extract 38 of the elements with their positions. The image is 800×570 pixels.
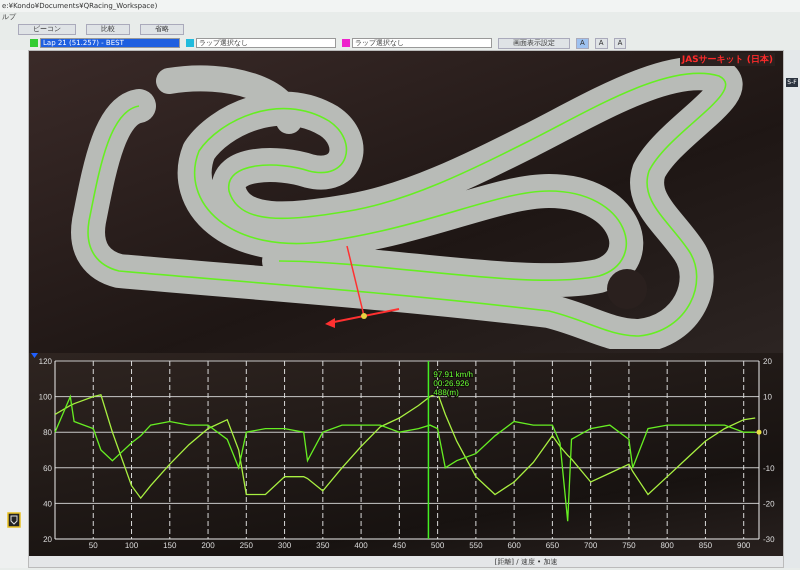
- axis-tick-label: 40: [43, 499, 52, 508]
- axis-tick-label: 60: [43, 464, 52, 473]
- axis-tick-label: 250: [240, 541, 253, 550]
- endpoint-marker-icon: [756, 430, 762, 435]
- axis-tick-label: 500: [430, 541, 444, 550]
- axis-tick-label: 100: [124, 541, 138, 550]
- axis-tick-label: 10: [763, 392, 772, 402]
- axis-tick-label: 900: [737, 541, 750, 550]
- axis-tick-label: -30: [763, 535, 775, 544]
- cursor-readout: 488(m): [433, 388, 459, 397]
- axis-tick-label: 800: [660, 541, 674, 550]
- axis-tick-label: 0: [763, 428, 768, 438]
- axis-tick-label: 400: [354, 541, 368, 550]
- axis-tick-label: 600: [507, 541, 521, 550]
- axis-tick-label: 120: [38, 357, 52, 366]
- axis-tick-label: 850: [698, 541, 712, 550]
- shield-icon[interactable]: [7, 512, 21, 528]
- cursor-line[interactable]: [428, 361, 430, 539]
- axis-tick-label: 100: [38, 392, 52, 402]
- cursor-readout: 97.91 km/h: [433, 370, 473, 379]
- axis-tick-label: 150: [163, 541, 176, 550]
- position-marker-icon: [325, 246, 400, 328]
- axis-tick-label: 200: [201, 541, 215, 550]
- axis-tick-label: 650: [546, 541, 560, 550]
- axis-tick-label: -10: [763, 464, 775, 473]
- axis-tick-label: 550: [469, 541, 483, 550]
- circuit-name: JASサーキット (日本): [680, 53, 775, 66]
- axis-tick-label: -20: [763, 499, 775, 508]
- cursor-readout: 00:26.926: [433, 379, 470, 388]
- axis-tick-label: 350: [316, 541, 330, 550]
- axis-tick-label: 750: [622, 541, 636, 550]
- axis-tick-label: 20: [763, 357, 772, 366]
- axis-tick-label: 700: [584, 541, 598, 550]
- axis-tick-label: 300: [278, 541, 292, 550]
- axis-tick-label: 450: [392, 541, 406, 550]
- axis-tick-label: 80: [43, 428, 52, 438]
- axis-tick-label: 20: [43, 535, 52, 544]
- axis-tick-label: 50: [88, 541, 98, 550]
